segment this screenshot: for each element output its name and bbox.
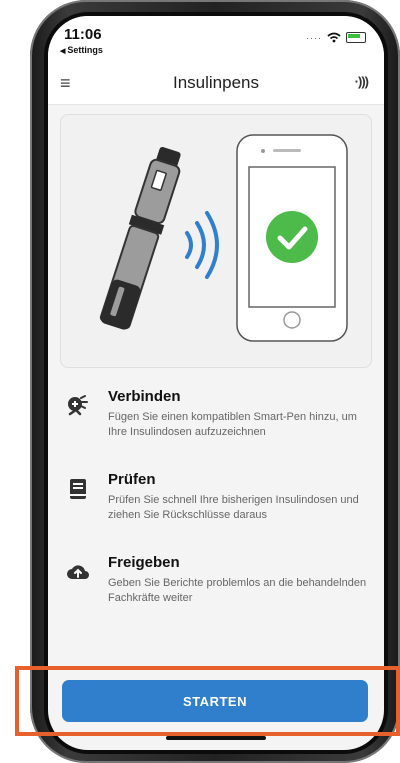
battery-icon	[346, 32, 366, 43]
pen-phone-illustration	[99, 134, 348, 342]
wifi-icon	[327, 32, 341, 43]
signal-dots-icon: ····	[306, 32, 322, 43]
feature-description: Fügen Sie einen kompatiblen Smart-Pen hi…	[108, 411, 357, 438]
status-indicators: ····	[306, 32, 366, 43]
feature-description: Geben Sie Berichte problemlos an die beh…	[108, 577, 367, 604]
feature-title: Freigeben	[108, 554, 180, 571]
app-header: ≡ Insulinpens ·)))	[48, 60, 384, 105]
feature-title: Verbinden	[108, 388, 181, 405]
status-bar: 11:06 ◀ Settings ····	[48, 16, 384, 60]
status-time: 11:06	[64, 26, 102, 43]
back-to-settings[interactable]: ◀ Settings	[60, 45, 103, 55]
cloud-upload-icon	[67, 565, 89, 579]
back-label: Settings	[67, 45, 103, 55]
nfc-icon[interactable]: ·)))	[355, 74, 369, 89]
feature-title: Prüfen	[108, 471, 156, 488]
book-icon	[70, 479, 86, 499]
home-indicator	[166, 736, 266, 740]
app-screen: 11:06 ◀Settings ···· ≡ Insulinpens ·)))	[48, 16, 384, 750]
back-arrow-icon: ◀	[60, 48, 66, 55]
insulin-pen	[99, 146, 181, 330]
page-title: Insulinpens	[172, 73, 259, 92]
smartphone	[236, 134, 348, 342]
illustration-card	[60, 114, 372, 368]
check-circle-icon	[266, 211, 318, 263]
signal-wave-icon	[185, 211, 219, 279]
feature-description: Prüfen Sie schnell Ihre bisherigen Insul…	[108, 494, 359, 521]
highlight-box	[15, 666, 400, 736]
connect-icon	[68, 395, 88, 416]
